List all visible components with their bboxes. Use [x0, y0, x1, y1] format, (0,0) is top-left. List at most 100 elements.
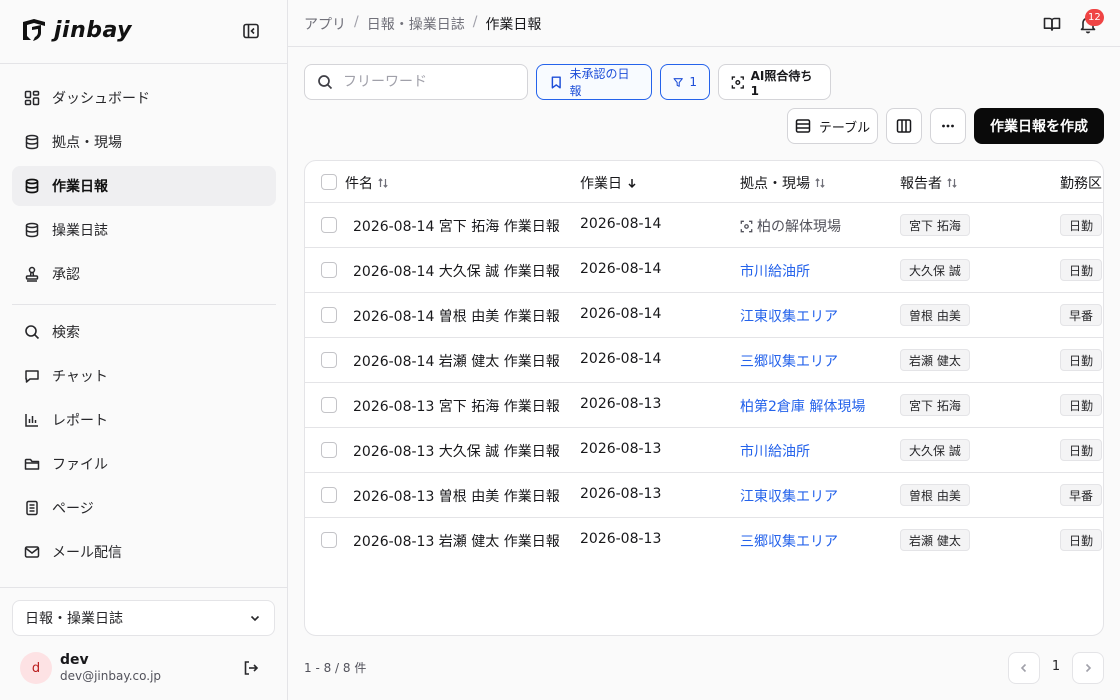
row-site-link[interactable]: 江東収集エリア [740, 486, 838, 506]
logout-icon[interactable] [242, 659, 260, 677]
database-icon [25, 134, 39, 150]
database-icon [25, 178, 39, 194]
workspace-select[interactable]: 日報・操業日誌 [12, 600, 275, 636]
row-date: 2026-08-13 [580, 441, 662, 457]
ai-pending-filter-button[interactable]: AI照合待ち 1 [718, 64, 831, 100]
row-title[interactable]: 2026-08-14 大久保 誠 作業日報 [353, 261, 560, 281]
sidebar-item-pages[interactable]: ページ [12, 488, 276, 528]
search-field[interactable] [304, 64, 528, 100]
row-site-link[interactable]: 柏の解体現場 [740, 216, 841, 236]
row-title[interactable]: 2026-08-14 曽根 由美 作業日報 [353, 306, 560, 326]
table-row[interactable]: 2026-08-14 曽根 由美 作業日報 2026-08-14 江東収集エリア… [305, 293, 1103, 338]
column-header-label: 拠点・現場 [740, 176, 810, 192]
current-page[interactable]: 1 [1048, 659, 1064, 674]
reporter-tag: 宮下 拓海 [900, 394, 970, 416]
row-checkbox[interactable] [321, 307, 337, 323]
sidebar-item-approval[interactable]: 承認 [12, 254, 276, 294]
breadcrumb-item[interactable]: アプリ [304, 14, 346, 34]
reporter-tag: 宮下 拓海 [900, 214, 970, 236]
unapproved-filter-button[interactable]: 未承認の日報 [536, 64, 652, 100]
sidebar-nav-primary: ダッシュボード 拠点・現場 作業日報 操業日誌 承認 [12, 78, 276, 298]
column-header-date[interactable]: 作業日 [580, 173, 638, 193]
create-work-report-button[interactable]: 作業日報を作成 [974, 108, 1104, 144]
folder-icon [24, 458, 40, 470]
breadcrumb-item[interactable]: 日報・操業日誌 [367, 14, 465, 34]
column-header-label: 件名 [345, 176, 373, 192]
filter-count: 1 [689, 75, 697, 89]
row-checkbox[interactable] [321, 262, 337, 278]
row-title[interactable]: 2026-08-13 大久保 誠 作業日報 [353, 441, 560, 461]
chat-icon [25, 370, 39, 383]
row-site-link[interactable]: 市川給油所 [740, 261, 810, 281]
stamp-icon [25, 266, 39, 282]
row-title[interactable]: 2026-08-13 岩瀬 健太 作業日報 [353, 531, 560, 551]
sidebar-item-reports[interactable]: レポート [12, 400, 276, 440]
table-row[interactable]: 2026-08-14 大久保 誠 作業日報 2026-08-14 市川給油所 大… [305, 248, 1103, 293]
row-date: 2026-08-13 [580, 486, 662, 502]
row-site-link[interactable]: 江東収集エリア [740, 306, 838, 326]
row-checkbox[interactable] [321, 532, 337, 548]
sidebar-collapse-icon[interactable] [242, 22, 260, 40]
work-reports-table: 件名 作業日 拠点・現場 報告者 勤務区 2026-08-14 宮下 拓海 作業… [304, 160, 1104, 636]
sidebar-divider [0, 63, 288, 64]
sidebar-item-dashboard[interactable]: ダッシュボード [12, 78, 276, 118]
table-header: 件名 作業日 拠点・現場 報告者 勤務区 [305, 161, 1103, 203]
row-checkbox[interactable] [321, 442, 337, 458]
search-icon [25, 325, 40, 340]
sidebar-item-label: レポート [52, 413, 108, 429]
column-header-shift[interactable]: 勤務区 [1060, 173, 1102, 193]
row-site-link[interactable]: 市川給油所 [740, 441, 810, 461]
sidebar-item-label: ファイル [52, 457, 108, 473]
column-header-title[interactable]: 件名 [345, 173, 389, 193]
prev-page-button[interactable] [1008, 652, 1040, 684]
sidebar-item-work-reports[interactable]: 作業日報 [12, 166, 276, 206]
row-checkbox[interactable] [321, 487, 337, 503]
search-input[interactable] [343, 74, 503, 90]
row-site-link[interactable]: 三郷収集エリア [740, 351, 838, 371]
row-title[interactable]: 2026-08-13 宮下 拓海 作業日報 [353, 396, 560, 416]
table-row[interactable]: 2026-08-14 岩瀬 健太 作業日報 2026-08-14 三郷収集エリア… [305, 338, 1103, 383]
bookmark-icon [551, 75, 561, 89]
columns-button[interactable] [886, 108, 922, 144]
user-profile: d dev dev@jinbay.co.jp [20, 648, 268, 688]
row-checkbox[interactable] [321, 397, 337, 413]
sort-icon [947, 178, 957, 188]
book-icon[interactable] [1042, 14, 1062, 34]
chart-icon [25, 414, 38, 427]
row-checkbox[interactable] [321, 352, 337, 368]
select-all-checkbox[interactable] [321, 174, 337, 190]
table-row[interactable]: 2026-08-13 曽根 由美 作業日報 2026-08-13 江東収集エリア… [305, 473, 1103, 518]
table-row[interactable]: 2026-08-13 宮下 拓海 作業日報 2026-08-13 柏第2倉庫 解… [305, 383, 1103, 428]
sidebar-item-files[interactable]: ファイル [12, 444, 276, 484]
table-row[interactable]: 2026-08-13 大久保 誠 作業日報 2026-08-13 市川給油所 大… [305, 428, 1103, 473]
row-title[interactable]: 2026-08-13 曽根 由美 作業日報 [353, 486, 560, 506]
sidebar-item-label: チャット [52, 369, 108, 385]
database-icon [25, 222, 39, 238]
table-view-button[interactable]: テーブル [787, 108, 878, 144]
sidebar-item-mail[interactable]: メール配信 [12, 532, 276, 572]
row-site-link[interactable]: 柏第2倉庫 解体現場 [740, 396, 865, 416]
sidebar-item-sites[interactable]: 拠点・現場 [12, 122, 276, 162]
table-row[interactable]: 2026-08-14 宮下 拓海 作業日報 2026-08-14 柏の解体現場 … [305, 203, 1103, 248]
table-row[interactable]: 2026-08-13 岩瀬 健太 作業日報 2026-08-13 三郷収集エリア… [305, 518, 1103, 563]
notification-badge: 12 [1085, 9, 1104, 26]
row-title[interactable]: 2026-08-14 宮下 拓海 作業日報 [353, 216, 560, 236]
column-header-site[interactable]: 拠点・現場 [740, 173, 826, 193]
filter-button[interactable]: 1 [660, 64, 710, 100]
row-title[interactable]: 2026-08-14 岩瀬 健太 作業日報 [353, 351, 560, 371]
brand-logo[interactable]: jinbay [20, 14, 132, 46]
search-icon [318, 75, 333, 90]
sidebar-item-operation-logs[interactable]: 操業日誌 [12, 210, 276, 250]
sidebar-item-chat[interactable]: チャット [12, 356, 276, 396]
avatar[interactable]: d [20, 652, 52, 684]
sidebar-item-search[interactable]: 検索 [12, 312, 276, 352]
column-header-reporter[interactable]: 報告者 [900, 173, 958, 193]
reporter-tag: 曽根 由美 [900, 304, 970, 326]
sidebar-item-label: 拠点・現場 [52, 135, 122, 151]
next-page-button[interactable] [1072, 652, 1104, 684]
sidebar-item-label: 承認 [52, 267, 80, 283]
row-checkbox[interactable] [321, 217, 337, 233]
more-options-button[interactable] [930, 108, 966, 144]
sidebar-divider [12, 304, 276, 305]
row-site-link[interactable]: 三郷収集エリア [740, 531, 838, 551]
